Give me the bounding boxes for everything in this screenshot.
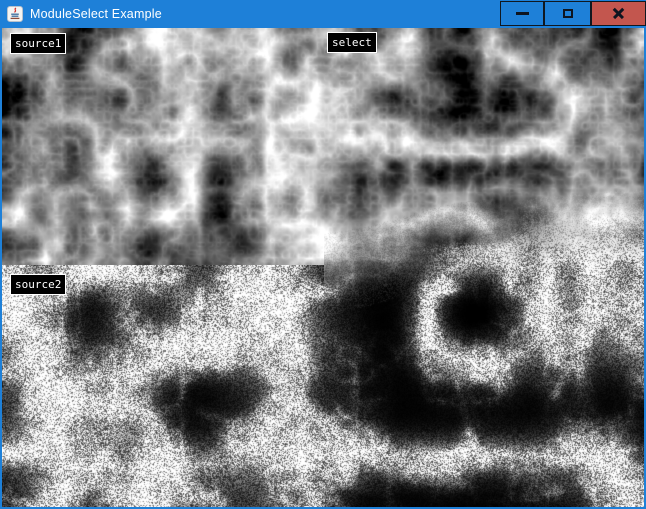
minimize-button[interactable] <box>500 1 544 26</box>
java-coffee-cup-icon <box>7 6 23 22</box>
label-source2: source2 <box>10 274 66 295</box>
window-controls <box>500 1 646 26</box>
render-area: source1 select source2 <box>2 28 644 507</box>
close-button[interactable] <box>591 1 646 26</box>
maximize-button[interactable] <box>544 1 591 26</box>
window-title: ModuleSelect Example <box>30 7 162 21</box>
label-select: select <box>327 32 377 53</box>
source2-noise-view <box>2 265 324 507</box>
label-source1: source1 <box>10 33 66 54</box>
titlebar[interactable]: ModuleSelect Example <box>0 0 646 28</box>
close-icon <box>612 7 625 20</box>
source1-noise-view <box>2 28 324 265</box>
maximize-icon <box>563 9 573 18</box>
minimize-icon <box>516 12 529 15</box>
app-window: ModuleSelect Example source1 select sour… <box>0 0 646 509</box>
